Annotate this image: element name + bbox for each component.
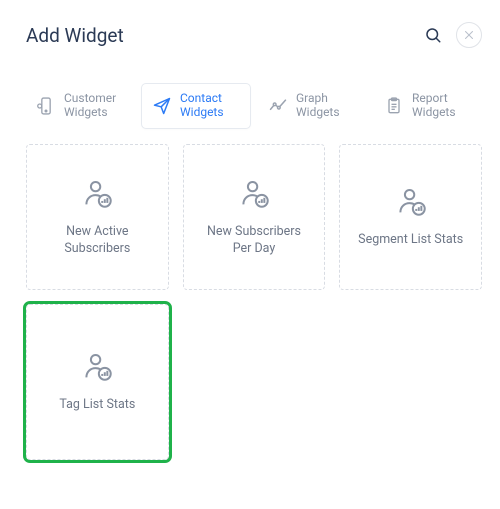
tab-label: GraphWidgets xyxy=(296,92,340,120)
widget-card-label: New SubscribersPer Day xyxy=(207,224,301,257)
search-button[interactable] xyxy=(424,26,442,44)
widget-card-grid: New ActiveSubscribers New SubscribersPer… xyxy=(26,144,482,460)
tab-customer-widgets[interactable]: CustomerWidgets xyxy=(26,84,134,128)
search-icon xyxy=(424,26,442,44)
user-stats-icon xyxy=(80,349,114,383)
widget-card-label: Segment List Stats xyxy=(358,232,463,248)
widget-card-segment-list-stats[interactable]: Segment List Stats xyxy=(339,144,482,290)
phone-icon xyxy=(36,96,56,116)
tab-graph-widgets[interactable]: GraphWidgets xyxy=(258,84,366,128)
tab-report-widgets[interactable]: ReportWidgets xyxy=(374,84,482,128)
widget-card-label: New ActiveSubscribers xyxy=(64,224,130,257)
add-widget-modal: Add Widget CustomerWidgets xyxy=(0,0,500,509)
tab-contact-widgets[interactable]: ContactWidgets xyxy=(142,84,250,128)
send-icon xyxy=(152,96,172,116)
user-stats-icon xyxy=(237,176,271,210)
modal-title: Add Widget xyxy=(26,24,124,47)
trend-icon xyxy=(268,96,288,116)
tab-label: ContactWidgets xyxy=(180,92,224,120)
widget-card-new-active-subscribers[interactable]: New ActiveSubscribers xyxy=(26,144,169,290)
modal-header: Add Widget xyxy=(26,22,482,48)
header-actions xyxy=(424,22,482,48)
widget-card-label: Tag List Stats xyxy=(59,397,135,413)
tab-label: CustomerWidgets xyxy=(64,92,116,120)
close-icon xyxy=(463,29,475,41)
user-stats-icon xyxy=(80,176,114,210)
widget-card-tag-list-stats[interactable]: Tag List Stats xyxy=(26,304,169,460)
widget-card-new-subscribers-per-day[interactable]: New SubscribersPer Day xyxy=(183,144,326,290)
tab-label: ReportWidgets xyxy=(412,92,456,120)
widget-category-tabs: CustomerWidgets ContactWidgets GraphWidg… xyxy=(26,84,482,128)
close-button[interactable] xyxy=(456,22,482,48)
clipboard-icon xyxy=(384,96,404,116)
user-stats-icon xyxy=(394,184,428,218)
